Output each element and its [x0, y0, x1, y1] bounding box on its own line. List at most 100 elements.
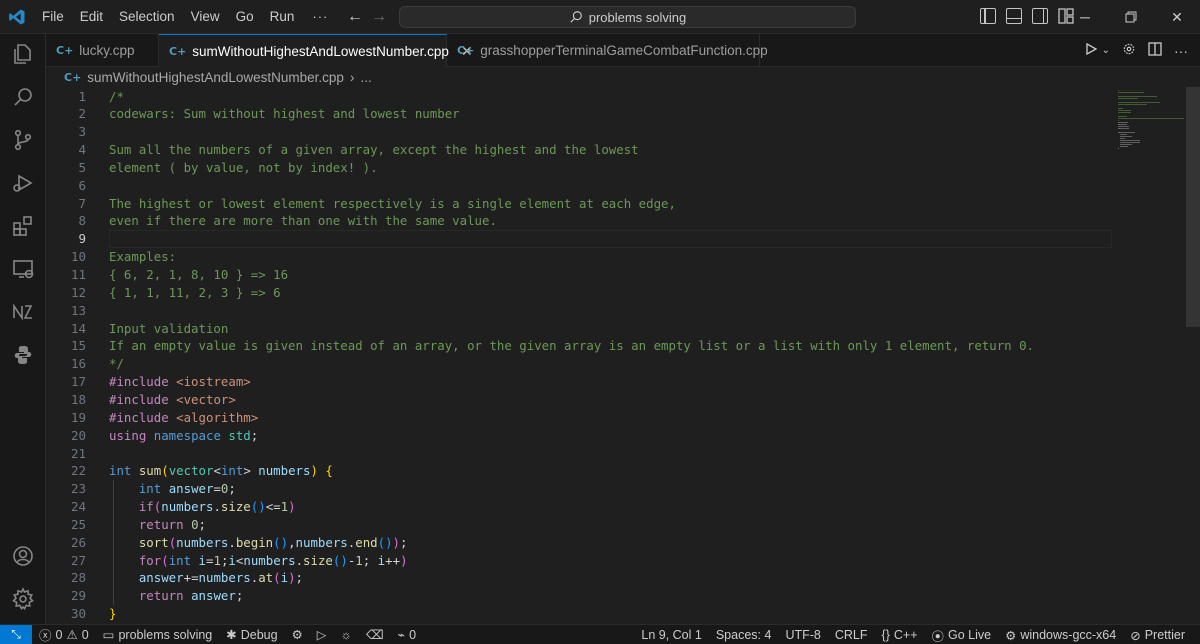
build-debug-mode[interactable]: ✱ Debug: [219, 625, 284, 644]
end-of-line[interactable]: CRLF: [828, 625, 875, 644]
debug-bug-icon[interactable]: ☼: [333, 625, 358, 644]
prettier-check-icon: ⊘: [1130, 628, 1141, 643]
code-editor[interactable]: 1 2 3 4 5 6 7 8 9 10 11 12 13 14 15 16 17 18 19 20 21 22 23 24 2…: [46, 87, 1200, 624]
minimap-line: [1118, 92, 1144, 93]
problems-indicator[interactable]: ⓧ 0 ⚠ 0: [32, 625, 96, 644]
go-live-button[interactable]: ⦿ Go Live: [925, 625, 999, 644]
forward-arrow-icon[interactable]: →: [366, 8, 392, 26]
code-token: numbers: [198, 570, 251, 586]
minimap-line: [1120, 138, 1126, 139]
line-number: 3: [78, 124, 86, 140]
vertical-scrollbar[interactable]: [1186, 87, 1200, 624]
build-settings-gear-icon[interactable]: ⚙: [285, 625, 310, 644]
toggle-primary-sidebar-icon[interactable]: [980, 8, 996, 24]
breadcrumb-tail[interactable]: ...: [360, 70, 371, 85]
minimap-line: [1118, 120, 1120, 121]
explorer-icon[interactable]: [0, 34, 46, 74]
prettier-label: Prettier: [1144, 628, 1185, 642]
language-mode[interactable]: {} C++: [875, 625, 925, 644]
line-number: 23: [70, 481, 86, 497]
antenna-icon: ⌁: [397, 628, 406, 642]
code-line: answer+=numbers.at(i);: [109, 569, 303, 587]
code-token: for: [138, 552, 162, 568]
code-token: =: [213, 481, 221, 497]
remote-indicator-icon[interactable]: ⤡: [0, 624, 32, 644]
vscode-logo-icon: [0, 0, 34, 34]
cursor-position[interactable]: Ln 9, Col 1: [634, 625, 708, 644]
code-line: If an empty value is given instead of an…: [109, 337, 1034, 355]
code-area[interactable]: /* codewars: Sum without highest and lowe…: [109, 87, 1119, 624]
line-number: 11: [70, 267, 86, 282]
code-token: int: [220, 463, 244, 479]
menu-file[interactable]: File: [34, 0, 72, 34]
split-editor-icon[interactable]: [1148, 42, 1162, 59]
debug-settings-gear-icon[interactable]: [1122, 42, 1136, 59]
line-number: 29: [70, 588, 86, 604]
workspace-folder[interactable]: ▭ problems solving: [96, 625, 220, 644]
compiler-config[interactable]: ⚙ windows-gcc-x64: [998, 625, 1123, 644]
minimap[interactable]: [1116, 87, 1186, 624]
line-number: 5: [78, 159, 86, 175]
tab-grasshopper-combat[interactable]: C+ grasshopperTerminalGameCombatFunction…: [447, 34, 768, 67]
code-token: (): [377, 534, 393, 550]
toggle-panel-icon[interactable]: [1006, 8, 1022, 24]
close-window-icon[interactable]: ✕: [1154, 0, 1200, 34]
command-center-label: problems solving: [588, 9, 687, 25]
code-token: element ( by value, not by index! ).: [109, 159, 378, 175]
minimap-line: [1118, 122, 1129, 123]
minimap-line: [1120, 136, 1132, 137]
code-token: ,: [288, 534, 296, 550]
command-center-search[interactable]: problems solving: [399, 6, 856, 28]
code-token: 1: [355, 552, 363, 568]
menu-run[interactable]: Run: [262, 0, 303, 34]
code-token: Input validation: [109, 320, 229, 336]
line-number: 10: [70, 249, 86, 265]
code-token: Examples:: [109, 249, 177, 265]
code-token: even if there are more than one with the…: [109, 213, 497, 229]
code-token: (): [332, 552, 348, 568]
run-file-icon[interactable]: [1084, 42, 1098, 59]
code-token: if: [138, 499, 154, 515]
scrollbar-thumb[interactable]: [1186, 87, 1200, 327]
code-token: 1: [213, 552, 221, 568]
code-token: (: [161, 463, 169, 479]
code-token: int: [168, 552, 199, 568]
code-token: <vector>: [176, 391, 236, 407]
breadcrumb-file[interactable]: sumWithoutHighestAndLowestNumber.cpp: [87, 70, 344, 85]
code-token: (: [161, 552, 169, 568]
indentation[interactable]: Spaces: 4: [709, 625, 779, 644]
minimap-line: [1120, 144, 1133, 145]
menu-go[interactable]: Go: [228, 0, 262, 34]
code-token: */: [109, 356, 124, 372]
more-actions-icon[interactable]: ···: [1174, 43, 1188, 59]
line-number: 28: [70, 570, 86, 586]
menu-selection[interactable]: Selection: [111, 0, 183, 34]
menu-more-button[interactable]: ···: [302, 9, 338, 24]
line-number: 15: [70, 338, 86, 354]
prettier-status[interactable]: ⊘ Prettier: [1123, 625, 1192, 644]
tab-sum-without-highest[interactable]: C+ sumWithoutHighestAndLowestNumber.cpp …: [159, 34, 473, 67]
code-token: return: [138, 588, 192, 604]
code-token: <: [213, 463, 221, 479]
run-play-icon[interactable]: ▷: [310, 625, 334, 644]
menu-edit[interactable]: Edit: [72, 0, 111, 34]
encoding[interactable]: UTF-8: [778, 625, 827, 644]
run-dropdown-chevron-icon[interactable]: ⌄: [1102, 45, 1110, 56]
warning-icon: ⚠: [66, 628, 78, 642]
back-arrow-icon[interactable]: ←: [342, 8, 368, 26]
code-token: 1: [280, 499, 289, 515]
toggle-secondary-sidebar-icon[interactable]: [1032, 8, 1048, 24]
line-number: 30: [70, 606, 86, 622]
menu-view[interactable]: View: [183, 0, 228, 34]
minimap-line: [1118, 102, 1160, 103]
code-token: .: [295, 552, 304, 568]
tab-lucky-cpp[interactable]: C+ lucky.cpp: [46, 34, 159, 67]
minimize-icon[interactable]: ─: [1062, 0, 1108, 34]
code-token: using: [109, 427, 154, 443]
line-number: 22: [70, 463, 86, 479]
clean-trash-icon[interactable]: ⌫: [359, 625, 391, 644]
restore-icon[interactable]: [1108, 0, 1154, 34]
ports-indicator[interactable]: ⌁ 0: [391, 625, 423, 644]
